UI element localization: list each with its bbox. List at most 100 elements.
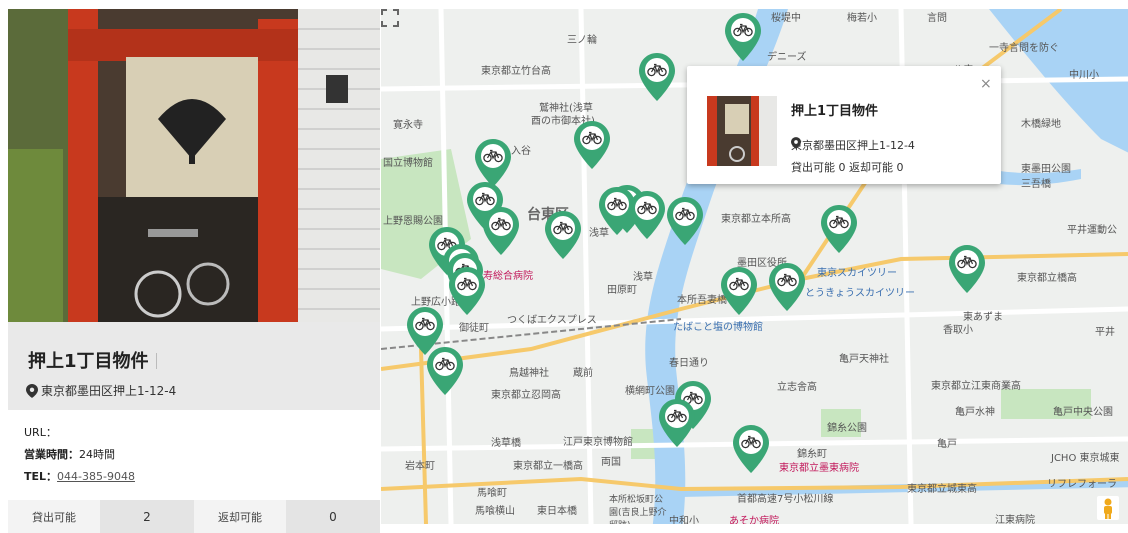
map-label: JCHO 東京城東 <box>1051 453 1120 464</box>
map-label: とうきょうスカイツリー <box>805 288 915 299</box>
map-label: つくばエクスプレス <box>507 315 597 326</box>
map-label: 立志舎高 <box>777 382 817 393</box>
map-label: 香取小 <box>943 325 973 336</box>
rent-available-label: 貸出可能 <box>8 500 100 533</box>
title-divider <box>156 353 157 369</box>
map-label: 中川小 <box>1069 70 1099 81</box>
map-label: 国立博物館 <box>383 158 433 169</box>
bicycle-marker-icon[interactable] <box>427 347 463 395</box>
map-label: 東京都立竹台高 <box>481 66 551 77</box>
property-info: 押上1丁目物件 東京都墨田区押上1-12-4 <box>8 322 380 410</box>
location-pin-icon <box>791 137 801 149</box>
bicycle-marker-icon[interactable] <box>545 211 581 259</box>
bicycle-marker-icon[interactable] <box>639 53 675 101</box>
map-label: 平井 <box>1095 327 1115 338</box>
popup-thumbnail <box>707 96 777 166</box>
map-label: たばこと塩の博物館 <box>673 322 763 333</box>
map-label: 馬喰町 <box>477 488 507 499</box>
bicycle-marker-icon[interactable] <box>629 191 665 239</box>
map-label: 本所吾妻橋 <box>677 295 727 306</box>
hours-value: 24時間 <box>79 448 115 461</box>
property-photo <box>8 9 380 322</box>
map-label: 言問 <box>927 13 947 24</box>
map-label: 本所松坂町公園(吉良上野介邸跡) <box>609 495 667 524</box>
popup-title: 押上1丁目物件 <box>791 104 879 119</box>
map-label: 御徒町 <box>459 323 489 334</box>
map-label: 蔵前 <box>573 368 593 379</box>
map-label: 寛永寺 <box>393 120 423 131</box>
url-row: URL： <box>24 424 57 440</box>
map-label: 亀戸 <box>937 439 957 450</box>
pegman-icon[interactable] <box>1097 496 1119 520</box>
property-title: 押上1丁目物件 <box>28 351 149 372</box>
hours-row: 営業時間：24時間 <box>24 446 115 462</box>
map-label: 東京都立一橋高 <box>513 461 583 472</box>
bicycle-marker-icon[interactable] <box>475 139 511 187</box>
map-label: 亀戸中央公園 <box>1053 407 1113 418</box>
map-label: 東日本橋 <box>537 506 577 517</box>
return-available-value: 0 <box>286 500 380 533</box>
map-label: 亀戸天神社 <box>839 354 889 365</box>
bicycle-marker-icon[interactable] <box>769 263 805 311</box>
map-label: 平井運動公 <box>1067 225 1117 236</box>
hours-label: 営業時間： <box>24 448 79 461</box>
property-panel: 押上1丁目物件 東京都墨田区押上1-12-4 URL： 営業時間：24時間 TE… <box>8 9 380 533</box>
map-label: 横網町公園 <box>625 386 675 397</box>
map-label: 両国 <box>601 457 621 468</box>
map-label: 東京都立忍岡高 <box>491 390 561 401</box>
map-label: リフレフォーラ <box>1047 479 1117 490</box>
map-label: 東京都立江東商業高 <box>931 381 1021 392</box>
tel-row: TEL：044-385-9048 <box>24 468 135 484</box>
map-label: 馬喰横山 <box>475 506 515 517</box>
map-label: 東京都立橋高 <box>1017 273 1077 284</box>
bicycle-marker-icon[interactable] <box>659 399 695 447</box>
fullscreen-icon[interactable] <box>381 9 399 27</box>
map-label: 東京スカイツリー <box>817 268 897 279</box>
map-label: 東京都立墨東病院 <box>779 463 859 474</box>
property-details: URL： 営業時間：24時間 TEL：044-385-9048 <box>8 410 380 500</box>
tel-link[interactable]: 044-385-9048 <box>57 470 135 483</box>
bicycle-marker-icon[interactable] <box>949 245 985 293</box>
bicycle-marker-icon[interactable] <box>721 267 757 315</box>
map-view[interactable]: 三ノ輪 東京都立竹台高 鷲神社(浅草 酉の市御本社) 寛永寺 国立博物館 入谷 … <box>381 9 1128 524</box>
map-label: 三吾橋 <box>1021 179 1051 190</box>
bicycle-marker-icon[interactable] <box>574 121 610 169</box>
map-label: 桜堤中 <box>771 13 801 24</box>
map-label: 東京都立本所高 <box>721 214 791 225</box>
availability-stats: 貸出可能 2 返却可能 0 <box>8 500 380 533</box>
bicycle-marker-icon[interactable] <box>483 207 519 255</box>
map-label: 一寺言問を防ぐ <box>989 43 1059 54</box>
url-label: URL： <box>24 426 57 439</box>
map-label: 木橋緑地 <box>1021 119 1061 130</box>
map-label: 上野恩賜公園 <box>383 216 443 227</box>
location-pin-icon <box>26 383 38 398</box>
map-label: 東墨田公園 <box>1021 164 1071 175</box>
info-window: 押上1丁目物件 東京都墨田区押上1-12-4 貸出可能 0 返却可能 0 × <box>687 66 1001 184</box>
map-label: 江戸東京博物館 <box>563 437 633 448</box>
map-label: 浅草橋 <box>491 438 521 449</box>
address-text: 東京都墨田区押上1-12-4 <box>41 384 177 398</box>
bicycle-marker-icon[interactable] <box>449 267 485 315</box>
tel-label: TEL： <box>24 470 58 483</box>
map-label: あそか病院 <box>729 516 779 524</box>
return-available-label: 返却可能 <box>194 500 286 533</box>
bicycle-marker-icon[interactable] <box>821 205 857 253</box>
map-label: 三ノ輪 <box>567 35 597 46</box>
map-label: 江東病院 <box>995 515 1035 524</box>
map-label: 岩本町 <box>405 461 435 472</box>
property-address: 東京都墨田区押上1-12-4 <box>26 382 176 399</box>
bicycle-marker-icon[interactable] <box>733 425 769 473</box>
bicycle-marker-icon[interactable] <box>725 13 761 61</box>
rent-available-value: 2 <box>100 500 194 533</box>
map-label: 梅若小 <box>847 13 877 24</box>
map-label: 入谷 <box>511 146 531 157</box>
close-icon[interactable]: × <box>980 76 992 92</box>
map-label: 亀戸水神 <box>955 407 995 418</box>
map-label: 田原町 <box>607 285 637 296</box>
map-label: 錦糸町 <box>797 449 827 460</box>
map-label: 中和小 <box>669 516 699 524</box>
map-label: 東京都立城東高 <box>907 484 977 495</box>
map-label: デニーズ <box>767 52 807 63</box>
popup-address-text: 東京都墨田区押上1-12-4 <box>791 139 915 152</box>
bicycle-marker-icon[interactable] <box>667 197 703 245</box>
